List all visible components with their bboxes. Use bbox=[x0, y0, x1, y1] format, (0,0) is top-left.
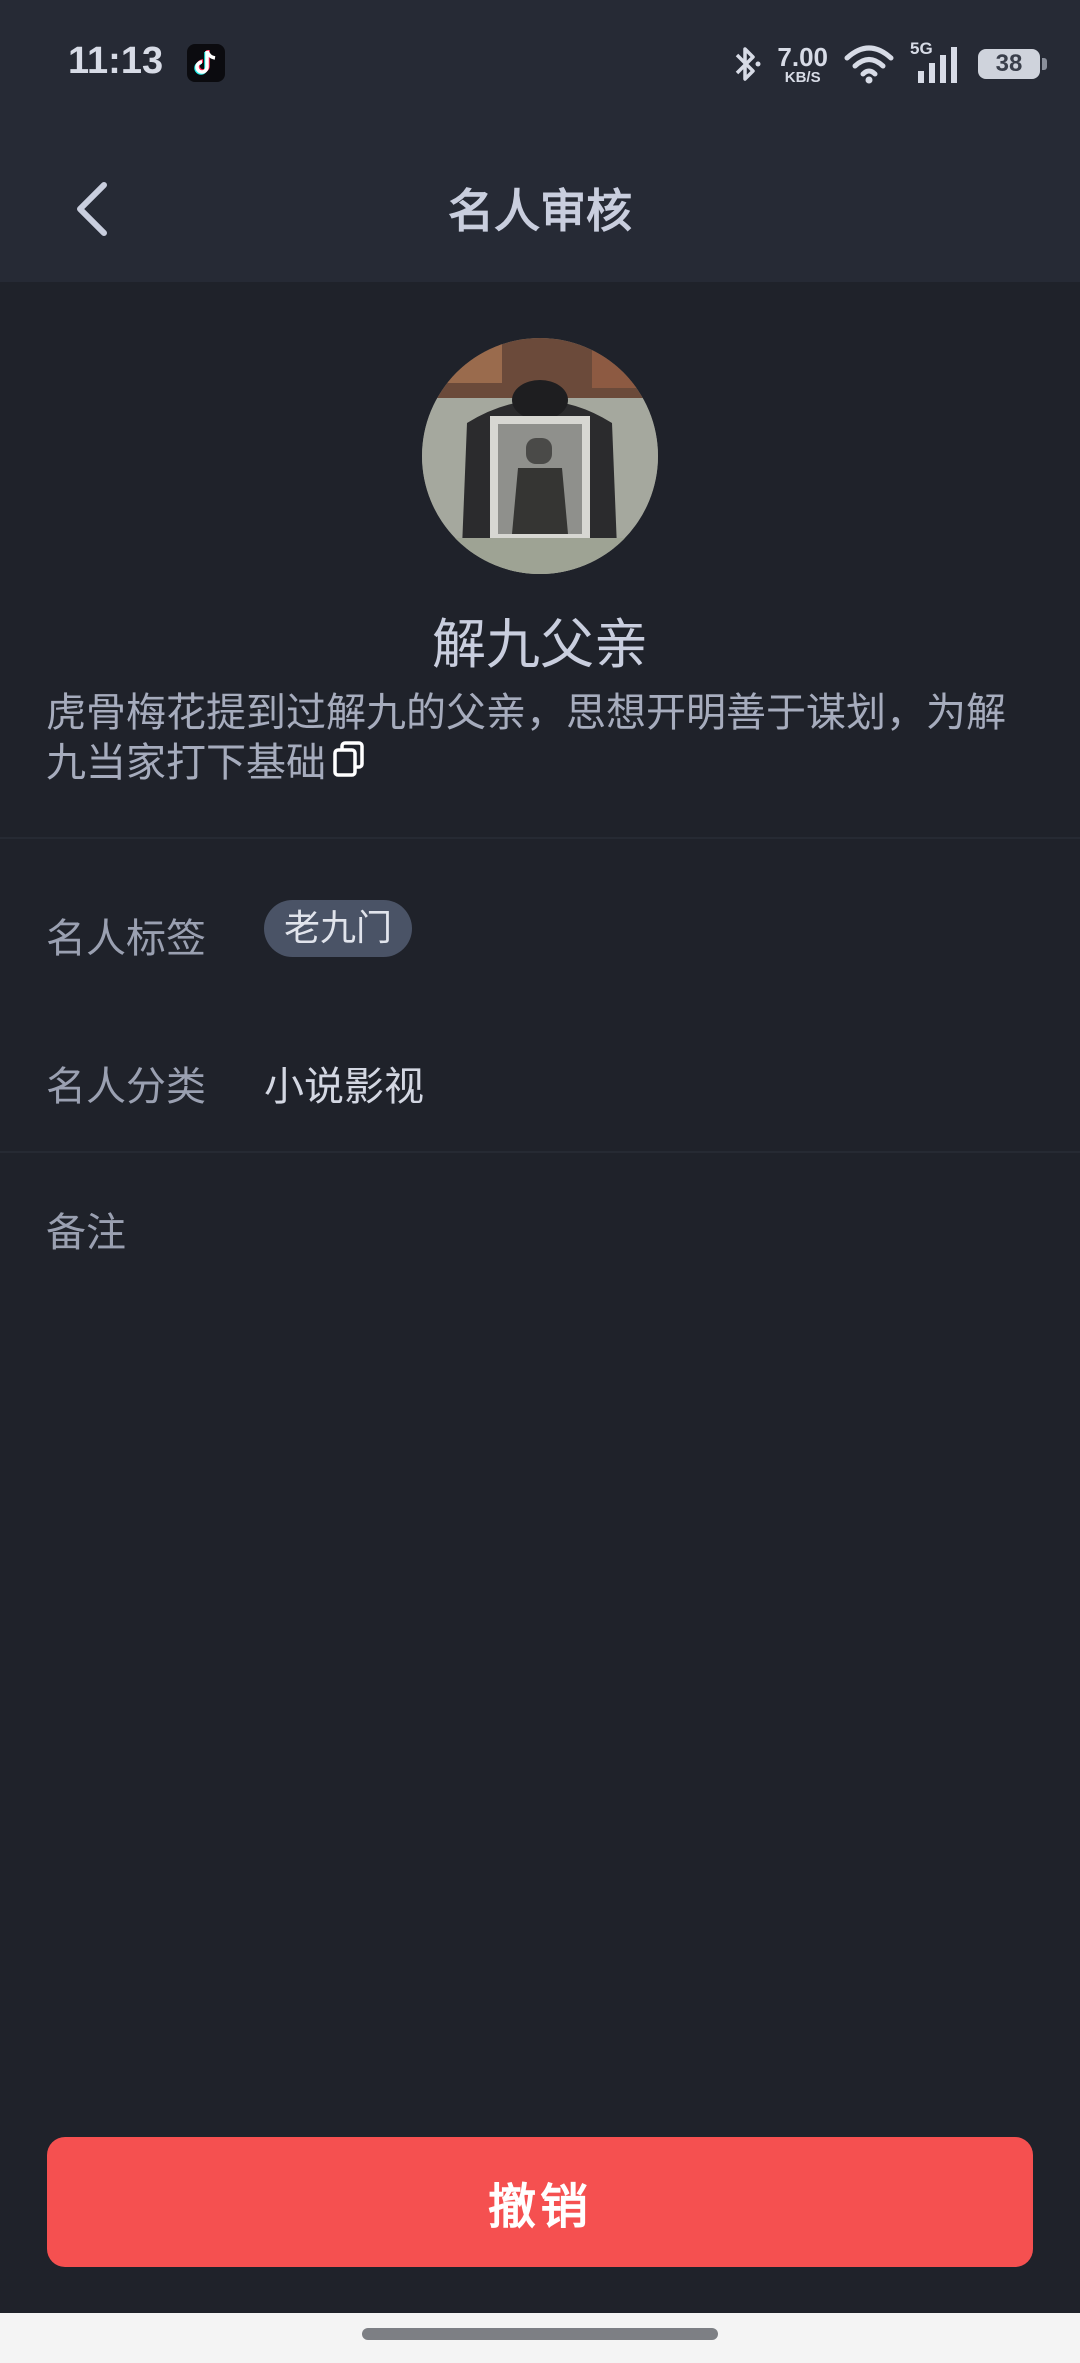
network-speed-unit: KB/S bbox=[784, 68, 821, 86]
battery-level: 38 bbox=[995, 50, 1023, 77]
network-speed-value: 7.00 bbox=[777, 41, 828, 72]
copy-icon[interactable] bbox=[332, 740, 366, 790]
tag-label: 名人标签 bbox=[46, 916, 206, 962]
divider bbox=[0, 1151, 1080, 1153]
nav-bar: 名人审核 bbox=[0, 135, 1080, 282]
signal-icon bbox=[918, 47, 957, 83]
cellular-signal: 5G bbox=[910, 39, 962, 85]
status-time: 11:13 bbox=[68, 40, 164, 82]
category-value: 小说影视 bbox=[264, 1064, 424, 1110]
network-speed: 7.00 KB/S bbox=[777, 44, 828, 85]
celebrity-tag: 老九门 bbox=[264, 900, 413, 957]
divider bbox=[0, 837, 1080, 839]
battery-icon: 38 bbox=[978, 49, 1047, 79]
celebrity-description: 虎骨梅花提到过解九的父亲，思想开明善于谋划，为解九当家打下基础 bbox=[46, 688, 1026, 790]
wifi-icon bbox=[844, 45, 894, 84]
celebrity-name: 解九父亲 bbox=[432, 613, 648, 676]
home-indicator[interactable] bbox=[362, 2328, 718, 2340]
description-text: 虎骨梅花提到过解九的父亲，思想开明善于谋划，为解九当家打下基础 bbox=[46, 690, 1006, 786]
cancel-button[interactable]: 撤销 bbox=[47, 2137, 1033, 2267]
bluetooth-icon bbox=[736, 47, 761, 81]
remark-label: 备注 bbox=[46, 1210, 126, 1256]
status-icons: 7.00 KB/S 5G 38 bbox=[731, 39, 1047, 86]
tiktok-icon bbox=[187, 44, 225, 82]
avatar bbox=[422, 338, 658, 574]
page-title: 名人审核 bbox=[448, 184, 632, 238]
category-label: 名人分类 bbox=[46, 1064, 206, 1110]
status-bar: 11:13 7.00 KB/S 5G 38 bbox=[0, 0, 1080, 135]
